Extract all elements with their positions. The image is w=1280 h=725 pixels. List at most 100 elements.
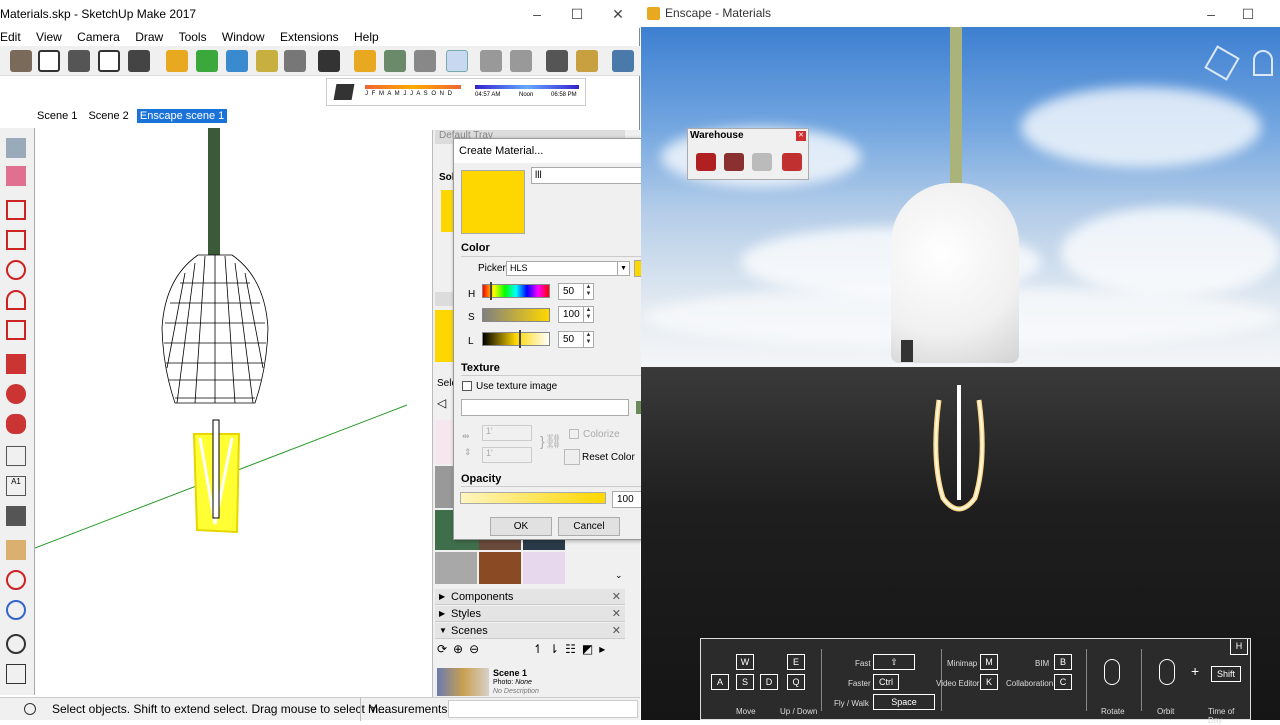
ok-button[interactable]: OK bbox=[490, 517, 552, 536]
picker-select[interactable]: HLS ▼ bbox=[506, 261, 630, 276]
building-icon[interactable] bbox=[68, 50, 90, 72]
video-icon[interactable] bbox=[318, 50, 340, 72]
zoom-window-icon[interactable] bbox=[6, 600, 26, 620]
texture-path-input[interactable] bbox=[461, 399, 629, 416]
reset-color-label[interactable]: Reset Color bbox=[582, 452, 635, 463]
use-texture-checkbox[interactable] bbox=[462, 381, 472, 391]
zoom-icon[interactable] bbox=[6, 570, 26, 590]
warehouse-close-button[interactable]: ✕ bbox=[796, 131, 806, 141]
screenshot-icon[interactable] bbox=[284, 50, 306, 72]
capture-icon[interactable] bbox=[414, 50, 436, 72]
tray-section-styles[interactable]: ▶ Styles ✕ bbox=[435, 606, 625, 622]
menu-view[interactable]: View bbox=[36, 28, 62, 46]
eraser-icon[interactable] bbox=[6, 166, 26, 186]
swatch-navy[interactable] bbox=[523, 540, 565, 550]
menu-tools[interactable]: Tools bbox=[179, 28, 207, 46]
pan-icon[interactable] bbox=[6, 540, 26, 560]
sync-icon[interactable] bbox=[196, 50, 218, 72]
extension-warehouse-icon[interactable] bbox=[782, 153, 802, 171]
scene-thumbnail[interactable] bbox=[437, 668, 489, 696]
minimize-button[interactable]: – bbox=[522, 0, 552, 28]
menu-edit[interactable]: Edit bbox=[0, 28, 21, 46]
close-button[interactable]: ✕ bbox=[603, 0, 633, 28]
texture-height-input[interactable]: 1' bbox=[482, 447, 532, 463]
menu-help[interactable]: Help bbox=[354, 28, 379, 46]
axes-icon[interactable] bbox=[6, 506, 26, 526]
circle-icon[interactable] bbox=[6, 260, 26, 280]
user-icon[interactable] bbox=[24, 703, 36, 715]
shadow-toggle-icon[interactable] bbox=[333, 84, 355, 100]
walk-icon[interactable] bbox=[6, 664, 26, 684]
settings-sliders2-icon[interactable] bbox=[510, 50, 532, 72]
select-icon[interactable] bbox=[6, 138, 26, 158]
feedback-icon[interactable] bbox=[546, 50, 568, 72]
help-key[interactable]: H bbox=[1230, 639, 1248, 655]
texture-width-input[interactable]: 1' bbox=[482, 425, 532, 441]
enscape-start-icon[interactable] bbox=[166, 50, 188, 72]
look-around-icon[interactable] bbox=[6, 634, 26, 654]
push-pull-icon[interactable] bbox=[6, 354, 26, 374]
monitor-icon[interactable] bbox=[612, 50, 634, 72]
book-icon[interactable] bbox=[10, 50, 32, 72]
rectangle-icon[interactable] bbox=[6, 230, 26, 250]
l-spinbox[interactable]: 50 ▲ ▼ bbox=[558, 331, 594, 348]
hue-slider[interactable] bbox=[482, 284, 550, 298]
lightness-slider[interactable] bbox=[482, 332, 550, 346]
info-icon[interactable] bbox=[576, 50, 598, 72]
swatch-lilac[interactable] bbox=[523, 552, 565, 584]
chain-link-icon[interactable]: }⛓ bbox=[540, 433, 562, 450]
reset-color-swatch[interactable] bbox=[564, 449, 580, 465]
menu-extensions[interactable]: Extensions bbox=[280, 28, 339, 46]
settings-sliders-icon[interactable] bbox=[480, 50, 502, 72]
audio-icon[interactable] bbox=[446, 50, 468, 72]
asset-library-icon[interactable] bbox=[384, 50, 406, 72]
enscape-minimize-button[interactable]: – bbox=[1196, 0, 1226, 28]
time-slider[interactable] bbox=[475, 85, 579, 89]
home-icon[interactable] bbox=[38, 50, 60, 72]
hue-thumb[interactable] bbox=[490, 282, 492, 300]
s-spinbox[interactable]: 100 ▲ ▼ bbox=[558, 306, 594, 323]
swatch-wood[interactable] bbox=[479, 552, 521, 584]
text-icon[interactable]: A1 bbox=[6, 476, 26, 496]
menu-draw[interactable]: Draw bbox=[135, 28, 163, 46]
share-model-icon[interactable] bbox=[724, 153, 744, 171]
sync-views-icon[interactable] bbox=[226, 50, 248, 72]
colorize-checkbox[interactable] bbox=[569, 429, 579, 439]
rotate-icon[interactable] bbox=[6, 384, 26, 404]
maximize-button[interactable]: ☐ bbox=[562, 0, 592, 28]
swatch-pink[interactable] bbox=[435, 420, 453, 464]
opacity-slider[interactable] bbox=[460, 492, 606, 504]
warehouse-icon[interactable] bbox=[128, 50, 150, 72]
h-spinbox[interactable]: 50 ▲ ▼ bbox=[558, 283, 594, 300]
tape-measure-icon[interactable] bbox=[6, 446, 26, 466]
scene-tab-1[interactable]: Scene 1 bbox=[34, 109, 80, 123]
light-icon[interactable] bbox=[256, 50, 278, 72]
share-component-icon[interactable] bbox=[752, 153, 772, 171]
tray-section-components[interactable]: ▶ Components ✕ bbox=[435, 589, 625, 605]
scene-order-toolbar[interactable]: ↿⇂☷◩▸ bbox=[533, 642, 611, 656]
swatch-gray[interactable] bbox=[435, 466, 453, 508]
arc-icon[interactable] bbox=[6, 290, 26, 310]
get-models-icon[interactable] bbox=[696, 153, 716, 171]
scene-tab-enscape[interactable]: Enscape scene 1 bbox=[136, 109, 228, 123]
tray-section-scenes[interactable]: ▼ Scenes ✕ bbox=[435, 623, 625, 639]
menu-camera[interactable]: Camera bbox=[77, 28, 120, 46]
enscape-settings-icon[interactable] bbox=[354, 50, 376, 72]
lightness-thumb[interactable] bbox=[519, 330, 521, 348]
measurements-input[interactable] bbox=[448, 700, 638, 718]
model-viewport[interactable] bbox=[34, 128, 430, 695]
follow-me-icon[interactable] bbox=[6, 414, 26, 434]
enscape-maximize-button[interactable]: ☐ bbox=[1233, 0, 1263, 28]
scroll-down-icon[interactable]: ⌄ bbox=[615, 570, 623, 581]
cancel-button[interactable]: Cancel bbox=[558, 517, 620, 536]
navigation-icon[interactable] bbox=[1253, 50, 1273, 76]
swatch-brown-dark[interactable] bbox=[479, 540, 521, 550]
menu-window[interactable]: Window bbox=[222, 28, 265, 46]
back-arrow-icon[interactable]: ◁ bbox=[437, 396, 446, 410]
scene-tab-2[interactable]: Scene 2 bbox=[85, 109, 131, 123]
swatch-silver[interactable] bbox=[435, 552, 477, 584]
freehand-icon[interactable] bbox=[6, 200, 26, 220]
material-name-input[interactable] bbox=[531, 167, 651, 184]
month-slider[interactable] bbox=[365, 85, 461, 89]
saturation-slider[interactable] bbox=[482, 308, 550, 322]
